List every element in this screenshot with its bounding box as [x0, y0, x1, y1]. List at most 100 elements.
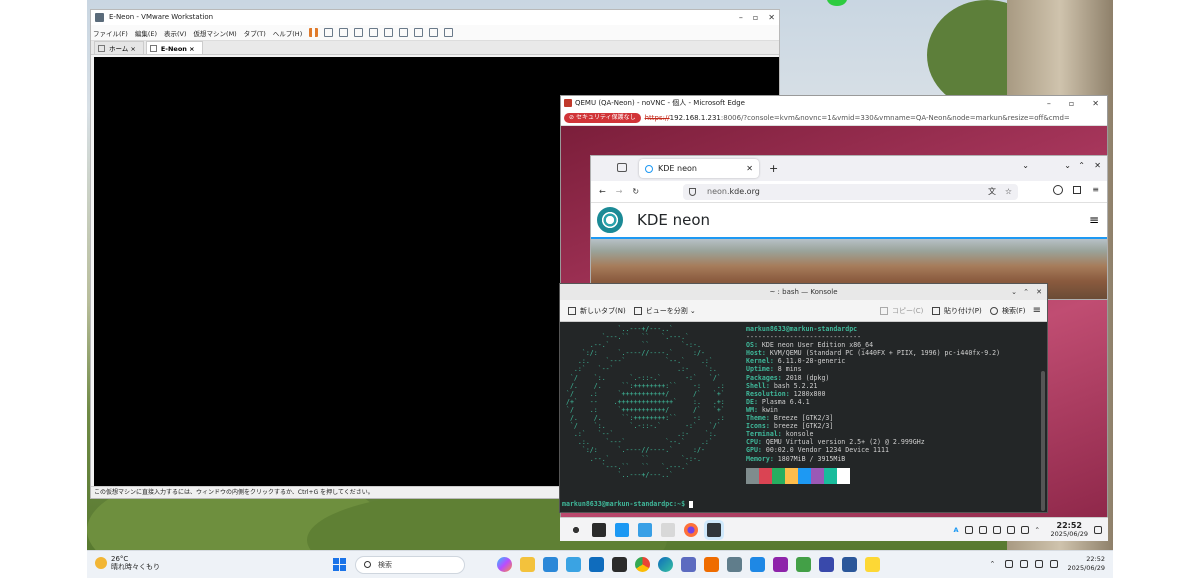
- snapshot-icon[interactable]: [339, 28, 349, 37]
- maximize-icon[interactable]: ▫: [753, 10, 758, 25]
- library-icon[interactable]: [384, 28, 394, 37]
- minimize-icon[interactable]: ⌄: [1064, 161, 1071, 170]
- hamburger-menu-icon[interactable]: ≡: [1033, 305, 1041, 316]
- clipboard-icon[interactable]: [978, 526, 987, 534]
- translate-icon[interactable]: 文: [988, 184, 996, 200]
- thumbnail-icon[interactable]: [399, 28, 409, 37]
- app-icon[interactable]: [773, 557, 788, 572]
- fullscreen-icon[interactable]: [414, 28, 424, 37]
- chevron-down-icon[interactable]: ⌄: [1022, 161, 1029, 170]
- input-method-icon[interactable]: A: [954, 526, 959, 534]
- close-icon[interactable]: ✕: [768, 10, 775, 25]
- menu-edit[interactable]: 編集(E): [135, 28, 157, 38]
- terminal-scrollbar[interactable]: [1041, 371, 1045, 511]
- maximize-icon[interactable]: ⌃: [1078, 161, 1085, 170]
- menu-tab[interactable]: タブ(T): [244, 28, 266, 38]
- account-icon[interactable]: [1053, 185, 1063, 195]
- chevron-up-icon[interactable]: ⌃: [990, 560, 998, 568]
- app-icon[interactable]: [681, 557, 696, 572]
- app-icon[interactable]: [796, 557, 811, 572]
- store-icon[interactable]: [543, 557, 558, 572]
- snapshot-manager-icon[interactable]: [369, 28, 379, 37]
- back-icon[interactable]: ←: [599, 187, 606, 196]
- outlook-icon[interactable]: [589, 557, 604, 572]
- forward-icon[interactable]: →: [616, 187, 623, 196]
- site-menu-icon[interactable]: ≡: [1089, 213, 1099, 227]
- volume-icon[interactable]: [1006, 526, 1015, 534]
- menu-help[interactable]: ヘルプ(H): [273, 28, 302, 38]
- app-icon[interactable]: [704, 557, 719, 572]
- firefox-tab-kde-neon[interactable]: KDE neon ✕: [639, 159, 759, 178]
- terminal-view[interactable]: `..---+/---..` `---.`` `` `.---.` .--.` …: [560, 322, 1047, 512]
- edge-address-bar[interactable]: ⊘ セキュリティ保護なし https:// 192.168.1.231 :800…: [561, 111, 1107, 126]
- wifi-icon[interactable]: [1019, 560, 1028, 568]
- split-view-button[interactable]: ビューを分割 ⌄: [633, 306, 696, 316]
- app-launcher-icon[interactable]: [569, 522, 583, 537]
- battery-icon[interactable]: [1049, 560, 1058, 568]
- menu-view[interactable]: 表示(V): [164, 28, 187, 38]
- show-desktop-icon[interactable]: [1094, 526, 1102, 534]
- dolphin-icon[interactable]: [638, 522, 652, 537]
- plasma-clock[interactable]: 22:52 2025/06/29: [1051, 522, 1088, 539]
- konsole-window[interactable]: ~ : bash — Konsole ⌄ ⌃ ✕ 新しいタブ(N) ビューを分割…: [559, 283, 1048, 513]
- close-tab-icon[interactable]: ✕: [746, 164, 753, 173]
- network-icon[interactable]: [1004, 560, 1013, 568]
- close-icon[interactable]: ✕: [1036, 284, 1042, 300]
- close-icon[interactable]: ✕: [1094, 161, 1101, 170]
- photos-icon[interactable]: [566, 557, 581, 572]
- edge-titlebar[interactable]: QEMU (QA-Neon) - noVNC - 個人 - Microsoft …: [561, 96, 1107, 111]
- extensions-icon[interactable]: [1073, 186, 1081, 194]
- windows-start-icon[interactable]: [333, 558, 346, 571]
- console-view-icon[interactable]: [429, 28, 439, 37]
- chevron-up-icon[interactable]: ⌃: [1035, 526, 1043, 534]
- firefox-url-field[interactable]: neon.kde.org 文 ☆: [683, 184, 1018, 200]
- menu-file[interactable]: ファイル(F): [93, 28, 128, 38]
- pause-icon[interactable]: [309, 28, 319, 37]
- bookmark-star-icon[interactable]: ☆: [1005, 184, 1012, 200]
- vmware-titlebar[interactable]: E-Neon - VMware Workstation – ▫ ✕: [91, 10, 779, 25]
- maximize-icon[interactable]: ▫: [1069, 96, 1074, 111]
- firefox-icon[interactable]: [684, 522, 698, 537]
- close-icon[interactable]: ✕: [1092, 96, 1099, 111]
- copilot-icon[interactable]: [497, 557, 512, 572]
- discover-icon[interactable]: [615, 522, 629, 537]
- send-ctrl-alt-del-icon[interactable]: [324, 28, 334, 37]
- menu-vm[interactable]: 仮想マシン(M): [194, 28, 237, 38]
- new-tab-icon[interactable]: +: [769, 162, 778, 175]
- taskbar-search-box[interactable]: 検索: [355, 556, 465, 574]
- overview-icon[interactable]: [592, 522, 606, 537]
- konsole-titlebar[interactable]: ~ : bash — Konsole ⌄ ⌃ ✕: [560, 284, 1047, 300]
- tab-home[interactable]: ホーム ×: [94, 41, 144, 54]
- stretch-icon[interactable]: [444, 28, 454, 37]
- not-secure-badge[interactable]: ⊘ セキュリティ保護なし: [564, 113, 641, 123]
- chevron-down-icon[interactable]: ⌄: [1011, 284, 1017, 300]
- konsole-icon[interactable]: [707, 522, 721, 537]
- terminal-icon[interactable]: [612, 557, 627, 572]
- firefox-window[interactable]: KDE neon ✕ + ⌄ ⌄ ⌃ ✕ ← → ↻ neon.kde.org …: [590, 155, 1108, 300]
- kde-neon-logo[interactable]: [597, 207, 623, 233]
- hamburger-menu-icon[interactable]: ≡: [1092, 185, 1099, 194]
- tab-e-neon[interactable]: E-Neon ×: [145, 41, 203, 54]
- app-icon[interactable]: [865, 557, 880, 572]
- weather-widget[interactable]: 26°C 晴れ時々くもり: [95, 555, 160, 571]
- windows-clock[interactable]: 22:52 2025/06/29: [1068, 555, 1105, 573]
- copy-button[interactable]: コピー(C): [880, 306, 923, 316]
- revert-snapshot-icon[interactable]: [354, 28, 364, 37]
- paste-button[interactable]: 貼り付け(P): [932, 306, 982, 316]
- brightness-icon[interactable]: [1020, 526, 1029, 534]
- settings-icon[interactable]: [964, 526, 973, 534]
- documents-icon[interactable]: [661, 522, 675, 537]
- chrome-icon[interactable]: [635, 557, 650, 572]
- minimize-icon[interactable]: –: [739, 10, 743, 25]
- speaker-icon[interactable]: [1034, 560, 1043, 568]
- app-icon[interactable]: [750, 557, 765, 572]
- file-explorer-icon[interactable]: [520, 557, 535, 572]
- edge-icon[interactable]: [658, 557, 673, 572]
- reload-icon[interactable]: ↻: [632, 187, 639, 196]
- tab-list-icon[interactable]: [617, 163, 627, 172]
- vmware-taskbar-icon[interactable]: [727, 557, 742, 572]
- search-button[interactable]: 検索(F): [990, 306, 1026, 316]
- new-tab-button[interactable]: 新しいタブ(N): [568, 306, 626, 316]
- app-icon[interactable]: [819, 557, 834, 572]
- display-icon[interactable]: [992, 526, 1001, 534]
